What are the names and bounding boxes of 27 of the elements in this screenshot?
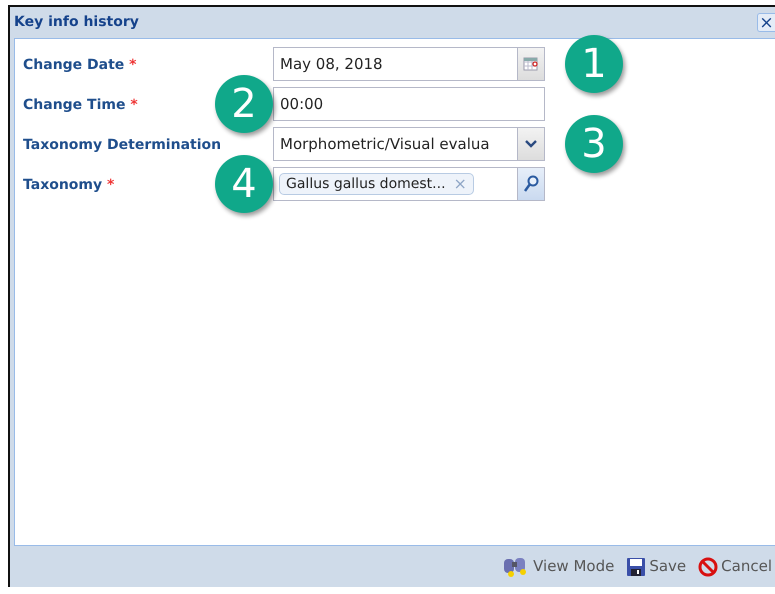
close-button[interactable]: × bbox=[757, 13, 775, 32]
prohibited-icon bbox=[698, 556, 718, 576]
dropdown-value-field[interactable]: Morphometric/Visual evalua bbox=[274, 128, 517, 160]
callout-badge: 4 bbox=[215, 155, 273, 213]
tag-chip: Gallus gallus domest... × bbox=[279, 173, 474, 195]
field-label: Taxonomy * bbox=[23, 177, 114, 193]
search-button[interactable] bbox=[517, 168, 544, 200]
input-field[interactable]: Gallus gallus domest... × bbox=[273, 167, 545, 201]
field-label: Taxonomy Determination bbox=[23, 137, 222, 153]
field-label: Change Date * bbox=[23, 57, 137, 73]
caret-icon bbox=[525, 140, 537, 148]
input-field[interactable]: May 08, 2018 bbox=[274, 48, 517, 80]
callout-badge: 3 bbox=[565, 115, 623, 173]
dropdown-button[interactable] bbox=[517, 128, 544, 160]
date-picker-button[interactable] bbox=[517, 48, 544, 80]
window-title: Key info history bbox=[14, 13, 139, 32]
save-button[interactable]: Save bbox=[623, 555, 690, 578]
cancel-button[interactable]: Cancel bbox=[695, 555, 775, 578]
view-mode-button[interactable]: View Mode bbox=[499, 555, 618, 578]
dropdown[interactable]: Morphometric/Visual evalua bbox=[273, 127, 545, 161]
calendar-icon bbox=[523, 56, 539, 72]
callout-badge: 2 bbox=[215, 75, 273, 133]
date-field[interactable]: May 08, 2018 bbox=[273, 47, 545, 81]
callout-badge: 1 bbox=[565, 35, 623, 93]
input-field[interactable]: 00:00 bbox=[274, 88, 544, 120]
field-label: Change Time * bbox=[23, 97, 138, 113]
search-icon bbox=[523, 175, 539, 193]
